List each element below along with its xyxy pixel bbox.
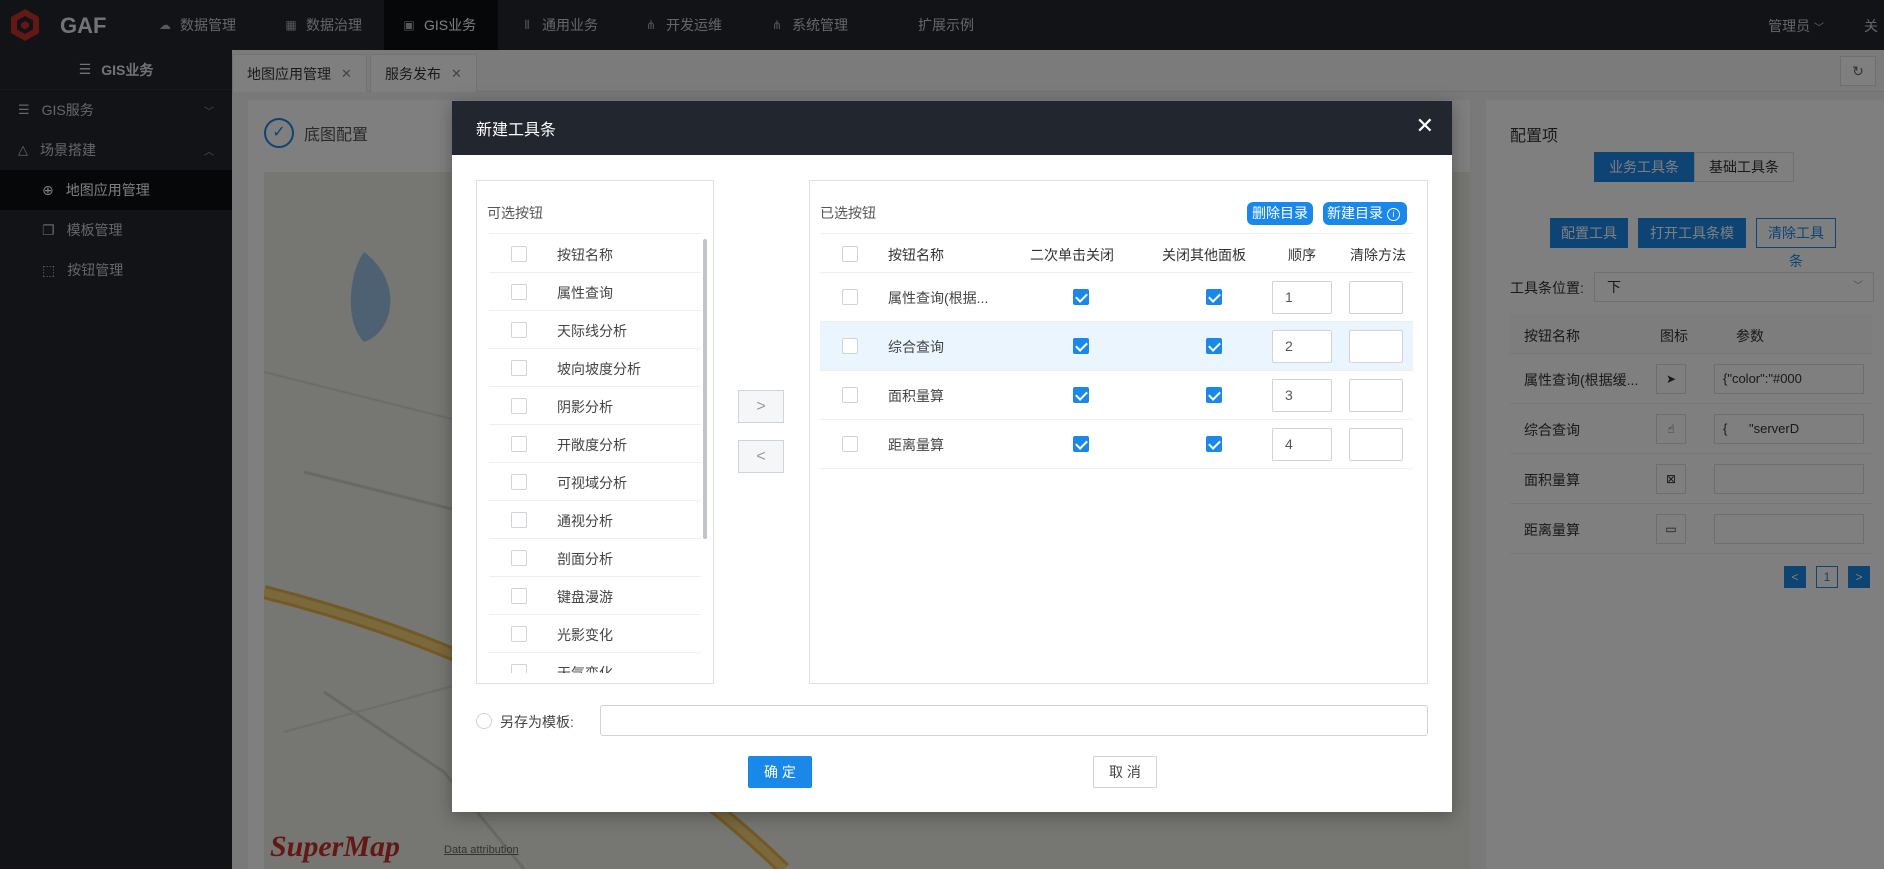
available-buttons-title: 可选按钮 (487, 205, 543, 221)
list-item[interactable]: 坡向坡度分析 (489, 349, 701, 387)
available-list-header: 按钮名称 (489, 233, 701, 273)
item-checkbox[interactable] (511, 664, 527, 673)
selected-buttons-title: 已选按钮 (820, 205, 876, 221)
double-click-close-checkbox[interactable] (1073, 387, 1089, 403)
column-header: 二次单击关闭 (1030, 247, 1114, 263)
move-left-button[interactable]: < (738, 440, 784, 473)
order-input[interactable]: 4 (1272, 428, 1332, 461)
delete-directory-button[interactable]: 删除目录 (1247, 202, 1313, 225)
item-checkbox[interactable] (511, 398, 527, 414)
new-toolbar-dialog: 新建工具条 ✕ 可选按钮 按钮名称 属性查询 天际线分析 坡向坡度分析 阴影分析… (452, 101, 1452, 812)
row-checkbox[interactable] (842, 387, 858, 403)
row-name: 综合查询 (888, 339, 944, 355)
clear-method-input[interactable] (1349, 379, 1403, 412)
selected-buttons-panel: 已选按钮 删除目录 新建目录 i 按钮名称 二次单击关闭 关闭其他面板 顺序 清… (809, 180, 1428, 684)
available-buttons-panel: 可选按钮 按钮名称 属性查询 天际线分析 坡向坡度分析 阴影分析 开敞度分析 可… (476, 180, 714, 684)
template-name-input[interactable] (600, 705, 1428, 736)
table-row[interactable]: 属性查询(根据... 1 (820, 273, 1413, 322)
list-item[interactable]: 阴影分析 (489, 387, 701, 425)
list-scrollbar[interactable] (703, 239, 707, 539)
double-click-close-checkbox[interactable] (1073, 338, 1089, 354)
table-row[interactable]: 面积量算 3 (820, 371, 1413, 420)
selected-table-header: 按钮名称 二次单击关闭 关闭其他面板 顺序 清除方法 (820, 233, 1413, 273)
new-directory-button[interactable]: 新建目录 i (1323, 202, 1407, 225)
dialog-title: 新建工具条 (476, 122, 557, 139)
close-other-panels-checkbox[interactable] (1206, 387, 1222, 403)
cancel-button[interactable]: 取 消 (1093, 756, 1157, 788)
item-label: 可视域分析 (557, 475, 627, 491)
clear-method-input[interactable] (1349, 330, 1403, 363)
save-as-template-radio[interactable] (476, 713, 492, 729)
close-icon[interactable]: ✕ (1416, 115, 1434, 137)
double-click-close-checkbox[interactable] (1073, 289, 1089, 305)
item-checkbox[interactable] (511, 436, 527, 452)
row-checkbox[interactable] (842, 338, 858, 354)
item-checkbox[interactable] (511, 626, 527, 642)
close-other-panels-checkbox[interactable] (1206, 289, 1222, 305)
item-label: 天际线分析 (557, 323, 627, 339)
item-checkbox[interactable] (511, 474, 527, 490)
select-all-checkbox[interactable] (511, 246, 527, 262)
item-label: 阴影分析 (557, 399, 613, 415)
column-header: 按钮名称 (557, 247, 613, 263)
info-icon: i (1386, 207, 1400, 221)
new-directory-label: 新建目录 (1327, 205, 1383, 221)
confirm-button[interactable]: 确 定 (748, 756, 812, 788)
select-all-checkbox[interactable] (842, 246, 858, 262)
column-header: 清除方法 (1350, 247, 1406, 263)
list-item[interactable]: 开敞度分析 (489, 425, 701, 463)
save-as-template-label: 另存为模板: (500, 714, 574, 730)
item-checkbox[interactable] (511, 588, 527, 604)
clear-method-input[interactable] (1349, 281, 1403, 314)
row-name: 距离量算 (888, 437, 944, 453)
row-name: 面积量算 (888, 388, 944, 404)
table-row[interactable]: 距离量算 4 (820, 420, 1413, 469)
close-other-panels-checkbox[interactable] (1206, 338, 1222, 354)
item-checkbox[interactable] (511, 550, 527, 566)
item-checkbox[interactable] (511, 322, 527, 338)
row-checkbox[interactable] (842, 289, 858, 305)
item-label: 剖面分析 (557, 551, 613, 567)
available-list[interactable]: 按钮名称 属性查询 天际线分析 坡向坡度分析 阴影分析 开敞度分析 可视域分析 … (477, 233, 713, 673)
order-input[interactable]: 2 (1272, 330, 1332, 363)
list-item[interactable]: 通视分析 (489, 501, 701, 539)
item-label: 属性查询 (557, 285, 613, 301)
table-row[interactable]: 综合查询 2 (820, 322, 1413, 371)
list-item[interactable]: 光影变化 (489, 615, 701, 653)
list-item[interactable]: 天际线分析 (489, 311, 701, 349)
list-item[interactable]: 属性查询 (489, 273, 701, 311)
item-label: 坡向坡度分析 (557, 361, 641, 377)
clear-method-input[interactable] (1349, 428, 1403, 461)
item-label: 光影变化 (557, 627, 613, 643)
list-item[interactable]: 键盘漫游 (489, 577, 701, 615)
column-header: 顺序 (1288, 247, 1316, 263)
item-checkbox[interactable] (511, 512, 527, 528)
order-input[interactable]: 1 (1272, 281, 1332, 314)
move-right-button[interactable]: > (738, 390, 784, 423)
item-label: 天气变化 (557, 665, 613, 673)
row-name: 属性查询(根据... (888, 290, 989, 306)
column-header: 关闭其他面板 (1162, 247, 1246, 263)
dialog-header: 新建工具条 ✕ (452, 101, 1452, 155)
item-label: 键盘漫游 (557, 589, 613, 605)
row-checkbox[interactable] (842, 436, 858, 452)
list-item[interactable]: 剖面分析 (489, 539, 701, 577)
item-label: 开敞度分析 (557, 437, 627, 453)
close-other-panels-checkbox[interactable] (1206, 436, 1222, 452)
item-checkbox[interactable] (511, 360, 527, 376)
item-label: 通视分析 (557, 513, 613, 529)
item-checkbox[interactable] (511, 284, 527, 300)
column-header: 按钮名称 (888, 247, 944, 263)
double-click-close-checkbox[interactable] (1073, 436, 1089, 452)
order-input[interactable]: 3 (1272, 379, 1332, 412)
list-item[interactable]: 天气变化 (489, 653, 701, 673)
list-item[interactable]: 可视域分析 (489, 463, 701, 501)
